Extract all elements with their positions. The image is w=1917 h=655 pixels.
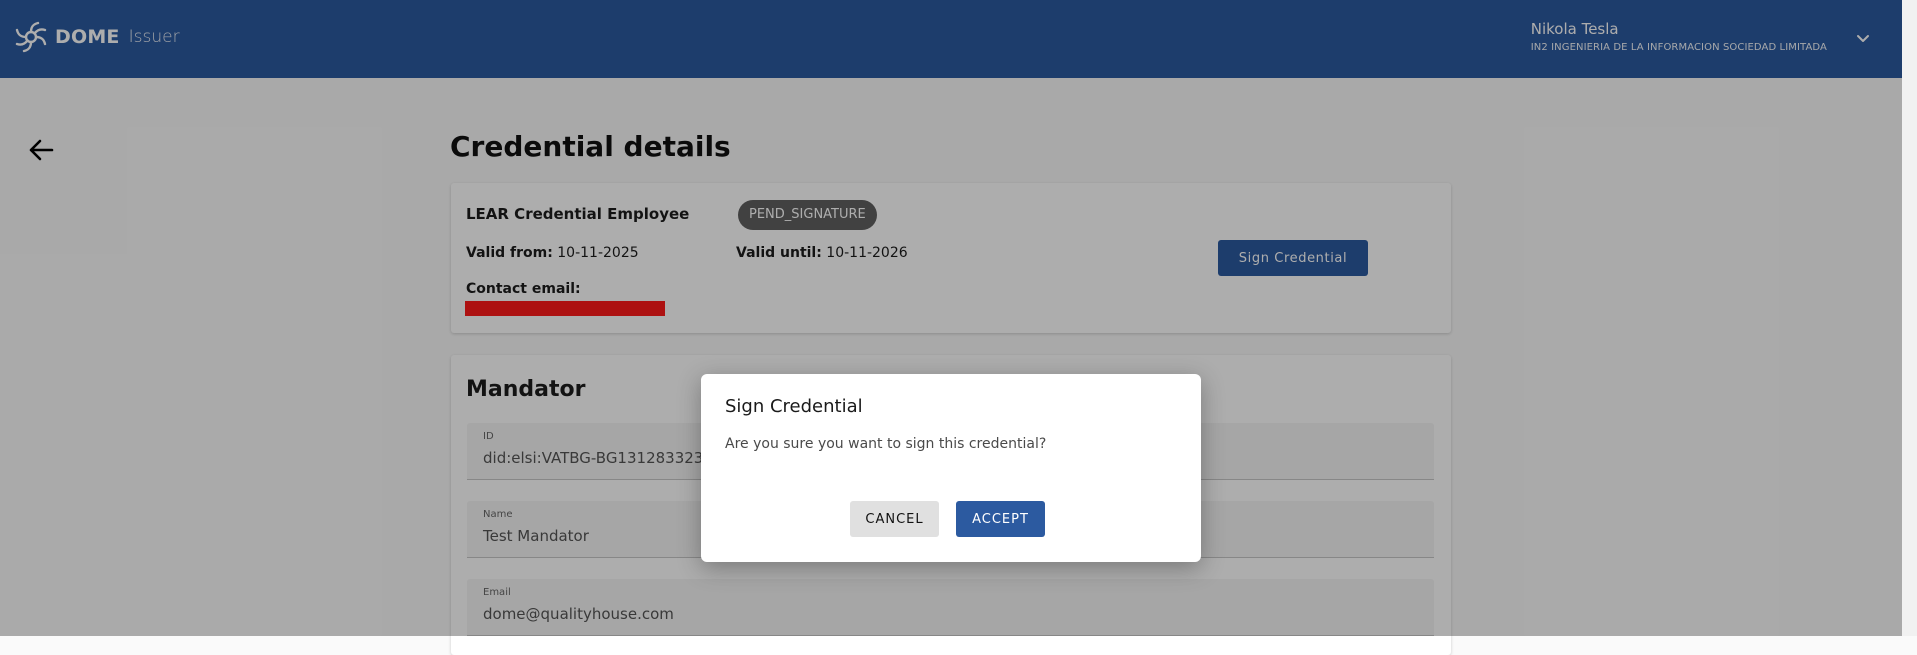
scrollbar[interactable] [1902,0,1917,636]
cancel-button[interactable]: CANCEL [850,501,939,537]
sign-credential-dialog: Sign Credential Are you sure you want to… [701,374,1201,562]
accept-button[interactable]: ACCEPT [956,501,1045,537]
dialog-title: Sign Credential [725,396,863,417]
dialog-message: Are you sure you want to sign this crede… [725,436,1047,452]
